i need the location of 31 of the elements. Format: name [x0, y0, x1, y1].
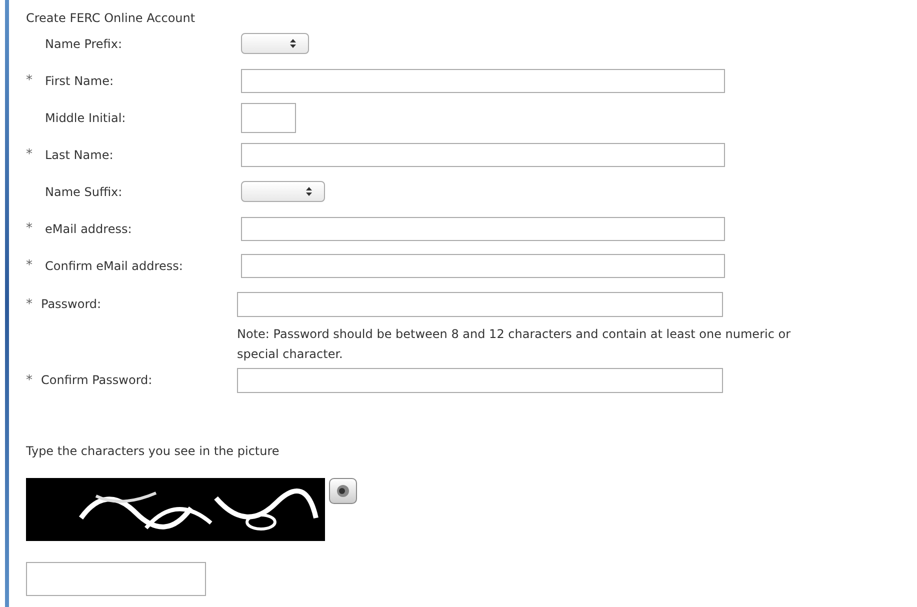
- select-field[interactable]: [241, 33, 309, 54]
- input-field[interactable]: [241, 102, 296, 132]
- password-note: Note: Password should be between 8 and 12 characters and contain at least one numeric or special character.: [237, 326, 792, 363]
- field-label: Last Name:: [45, 148, 114, 162]
- field-label: Name Suffix:: [45, 184, 124, 198]
- input-field[interactable]: [241, 68, 725, 92]
- up-down-arrows-icon: [306, 187, 312, 196]
- field-label: Name Prefix:: [45, 36, 123, 50]
- field-label: First Name:: [45, 74, 115, 88]
- password-field[interactable]: [237, 368, 723, 392]
- password-field[interactable]: [237, 292, 723, 316]
- input-field[interactable]: [241, 216, 725, 240]
- required-asterisk: *: [26, 221, 32, 236]
- field-label: Confirm eMail address:: [45, 258, 184, 272]
- field-label: Middle Initial:: [45, 110, 127, 124]
- field-label: Password:: [41, 297, 102, 311]
- up-down-arrows-icon: [290, 39, 296, 48]
- captcha-answer-field[interactable]: [26, 562, 206, 596]
- field-label: Confirm Password:: [41, 373, 154, 387]
- required-asterisk: *: [26, 372, 32, 388]
- select-field[interactable]: [241, 181, 325, 202]
- field-label: eMail address:: [45, 222, 133, 236]
- required-asterisk: *: [26, 73, 32, 88]
- captcha-prompt: Type the characters you see in the picture: [26, 444, 280, 458]
- input-field[interactable]: [241, 254, 725, 278]
- form-title: Create FERC Online Account: [26, 10, 196, 25]
- required-asterisk: *: [26, 147, 32, 162]
- input-field[interactable]: [241, 142, 725, 166]
- audio-button[interactable]: [329, 478, 357, 504]
- required-asterisk: *: [26, 296, 32, 312]
- required-asterisk: *: [26, 258, 32, 273]
